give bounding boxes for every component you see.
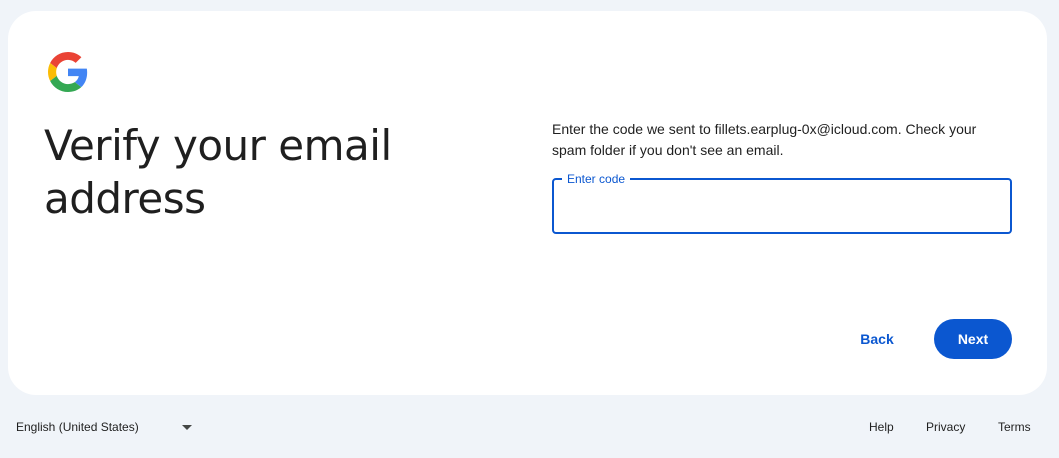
sign-in-card: Verify your email address Enter the code…: [8, 11, 1047, 395]
privacy-link[interactable]: Privacy: [926, 410, 965, 444]
instructions-text: Enter the code we sent to fillets.earplu…: [552, 121, 977, 158]
google-logo-icon: [48, 52, 88, 92]
code-input[interactable]: [554, 180, 1010, 232]
footer: English (United States) Help Privacy Ter…: [0, 410, 1059, 444]
language-label: English (United States): [16, 420, 139, 434]
help-link[interactable]: Help: [869, 410, 894, 444]
caret-down-icon[interactable]: [182, 425, 192, 430]
page-title: Verify your email address: [44, 121, 392, 223]
language-selector[interactable]: English (United States): [16, 410, 139, 444]
terms-link[interactable]: Terms: [998, 410, 1031, 444]
back-button[interactable]: Back: [844, 319, 910, 359]
code-field-label: Enter code: [562, 171, 631, 187]
code-field[interactable]: Enter code: [552, 171, 1012, 234]
next-button[interactable]: Next: [934, 319, 1012, 359]
